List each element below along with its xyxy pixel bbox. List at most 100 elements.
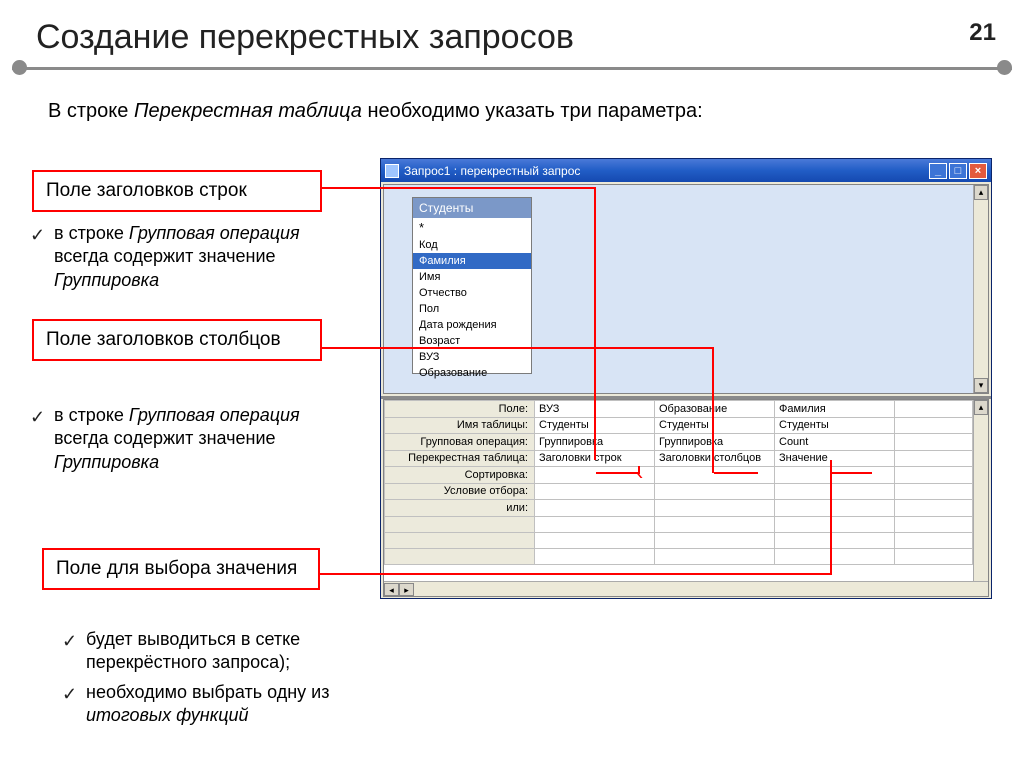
text-italic: Перекрестная таблица (134, 100, 362, 122)
row-label: Имя таблицы: (385, 417, 535, 434)
field-item[interactable]: Пол (413, 301, 531, 317)
callout-value-field: Поле для выбора значения (42, 548, 320, 590)
row-label: Условие отбора: (385, 483, 535, 500)
check-icon: ✓ (30, 224, 45, 247)
text-italic: Групповая операция (129, 223, 300, 243)
text-italic: Группировка (54, 452, 159, 472)
design-grid: Поле:ВУЗОбразованиеФамилия Имя таблицы:С… (383, 399, 989, 597)
page-number: 21 (969, 19, 996, 47)
field-item[interactable]: Отчество (413, 285, 531, 301)
grid-cell[interactable] (655, 500, 775, 517)
field-item[interactable]: Дата рождения (413, 317, 531, 333)
callout-col-headers: Поле заголовков столбцов (32, 319, 322, 361)
text: в строке (54, 405, 129, 425)
maximize-button[interactable]: □ (949, 163, 967, 179)
minimize-button[interactable]: _ (929, 163, 947, 179)
row-label: или: (385, 500, 535, 517)
grid-cell[interactable] (535, 483, 655, 500)
grid-cell[interactable] (895, 516, 973, 532)
app-icon (385, 164, 399, 178)
grid-cell[interactable] (895, 450, 973, 467)
grid-cell[interactable]: Студенты (655, 417, 775, 434)
scrollbar-horizontal[interactable]: ◂▸ (384, 581, 988, 596)
close-button[interactable]: × (969, 163, 987, 179)
field-item[interactable]: Код (413, 237, 531, 253)
grid-cell[interactable]: Count (775, 434, 895, 451)
bullet-group-3: ✓ будет выводиться в сетке перекрёстного … (62, 628, 402, 734)
grid-cell[interactable] (775, 548, 895, 564)
divider-dot (997, 60, 1012, 75)
scroll-up-icon[interactable]: ▴ (974, 400, 988, 415)
scroll-nav-icon[interactable]: ▸ (399, 583, 414, 596)
bullet-group-1: ✓ в строке Групповая операция всегда сод… (30, 222, 358, 292)
grid-cell[interactable] (775, 516, 895, 532)
grid-cell[interactable]: Значение (775, 450, 895, 467)
grid-cell[interactable] (775, 500, 895, 517)
text-italic: итоговых функций (86, 705, 249, 725)
text-italic: Группировка (54, 270, 159, 290)
check-icon: ✓ (62, 683, 77, 706)
callout-row-headers: Поле заголовков строк (32, 170, 322, 212)
text: В строке (48, 100, 134, 122)
grid-cell[interactable]: Студенты (775, 417, 895, 434)
grid-cell[interactable] (895, 417, 973, 434)
window-title: Запрос1 : перекрестный запрос (404, 164, 927, 178)
text: необходимо выбрать одну из (86, 682, 329, 702)
table-header: Студенты (413, 198, 531, 218)
design-pane: Студенты * Код Фамилия Имя Отчество Пол … (383, 184, 989, 394)
row-label (385, 516, 535, 532)
grid-cell[interactable] (535, 548, 655, 564)
text: всегда содержит значение (54, 428, 276, 448)
grid-cell[interactable] (895, 401, 973, 418)
grid-cell[interactable] (775, 483, 895, 500)
grid-cell[interactable]: Фамилия (775, 401, 895, 418)
access-window: Запрос1 : перекрестный запрос _ □ × Студ… (380, 158, 992, 599)
text: будет выводиться в сетке перекрёстного з… (86, 628, 402, 675)
grid-cell[interactable] (895, 500, 973, 517)
divider-dot (12, 60, 27, 75)
grid-cell[interactable]: Образование (655, 401, 775, 418)
field-item[interactable]: Имя (413, 269, 531, 285)
field-item-selected[interactable]: Фамилия (413, 253, 531, 269)
divider (12, 67, 1012, 70)
grid-cell[interactable] (655, 516, 775, 532)
page-title: Создание перекрестных запросов (36, 18, 574, 57)
field-item[interactable]: Образование (413, 365, 531, 381)
grid-cell[interactable] (535, 532, 655, 548)
field-item[interactable]: * (413, 218, 531, 237)
grid-cell[interactable] (775, 532, 895, 548)
row-label: Сортировка: (385, 467, 535, 484)
scroll-up-icon[interactable]: ▴ (974, 185, 988, 200)
grid-cell[interactable] (655, 532, 775, 548)
field-item[interactable]: ВУЗ (413, 349, 531, 365)
grid-cell[interactable] (895, 434, 973, 451)
row-label: Перекрестная таблица: (385, 450, 535, 467)
grid-cell[interactable]: Заголовки столбцов (655, 450, 775, 467)
grid-cell[interactable] (535, 467, 655, 484)
grid-cell[interactable] (775, 467, 895, 484)
row-label: Поле: (385, 401, 535, 418)
row-label: Групповая операция: (385, 434, 535, 451)
grid-cell[interactable] (535, 500, 655, 517)
grid-cell[interactable]: Группировка (655, 434, 775, 451)
query-grid[interactable]: Поле:ВУЗОбразованиеФамилия Имя таблицы:С… (384, 400, 973, 581)
titlebar: Запрос1 : перекрестный запрос _ □ × (381, 159, 991, 182)
check-icon: ✓ (62, 630, 77, 653)
grid-cell[interactable] (655, 467, 775, 484)
grid-cell[interactable] (895, 483, 973, 500)
grid-cell[interactable] (655, 483, 775, 500)
row-label (385, 532, 535, 548)
grid-cell[interactable] (895, 467, 973, 484)
scroll-left-icon[interactable]: ◂ (384, 583, 399, 596)
grid-cell[interactable] (655, 548, 775, 564)
scrollbar-vertical[interactable]: ▴▾ (973, 400, 988, 596)
text: в строке (54, 223, 129, 243)
grid-cell[interactable] (895, 548, 973, 564)
grid-cell[interactable] (535, 516, 655, 532)
grid-cell[interactable] (895, 532, 973, 548)
scroll-down-icon[interactable]: ▾ (974, 378, 988, 393)
row-label (385, 548, 535, 564)
scrollbar-vertical[interactable]: ▴▾ (973, 185, 988, 393)
text: необходимо указать три параметра: (362, 100, 703, 122)
check-icon: ✓ (30, 406, 45, 429)
